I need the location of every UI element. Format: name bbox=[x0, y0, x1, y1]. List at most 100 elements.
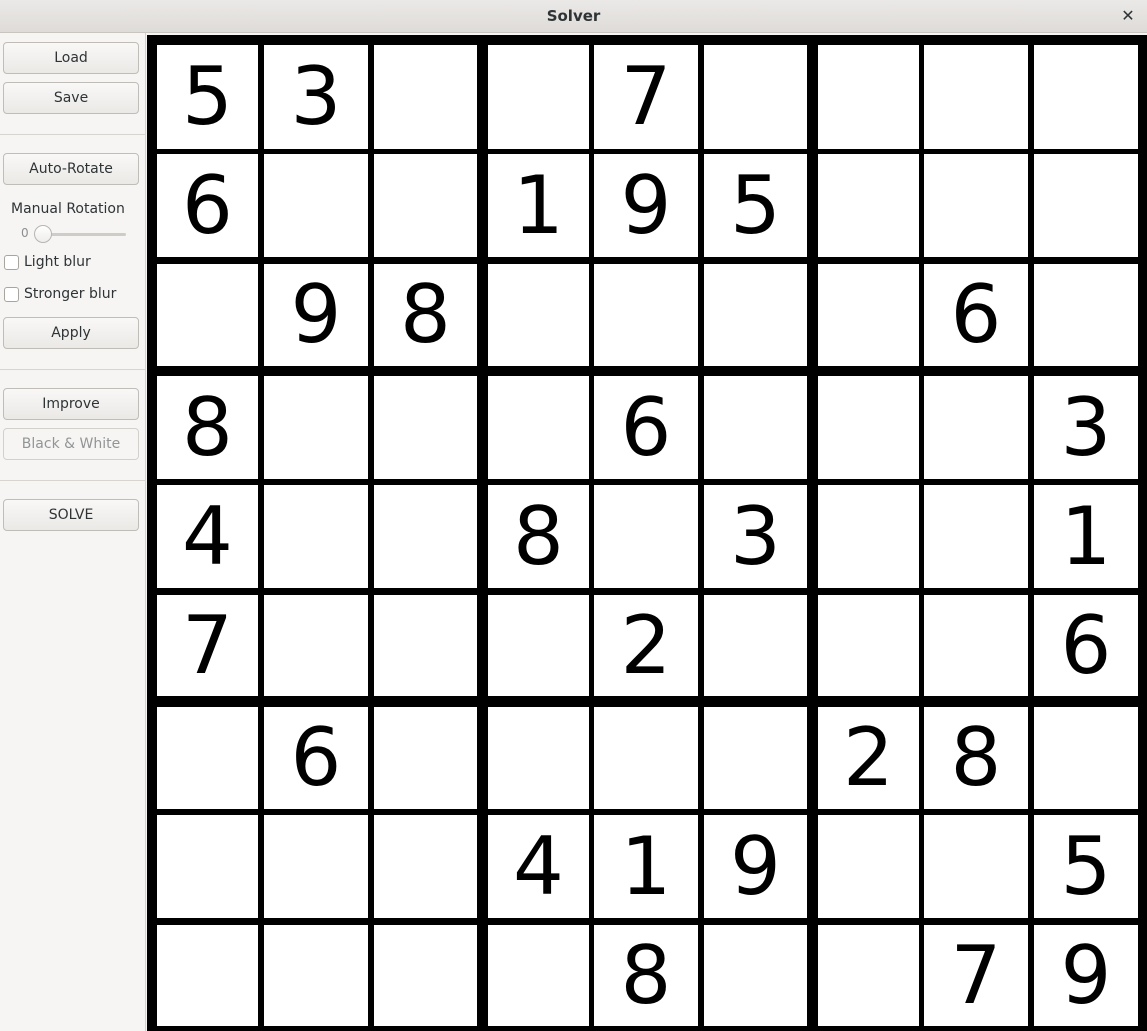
sudoku-cell-r4c1[interactable]: 8 bbox=[157, 376, 258, 479]
sudoku-cell-r7c2[interactable]: 6 bbox=[264, 707, 368, 809]
rotation-slider-knob[interactable] bbox=[34, 225, 52, 243]
sudoku-cell-r9c8[interactable]: 7 bbox=[924, 925, 1028, 1026]
sudoku-cell-r1c3[interactable] bbox=[374, 45, 477, 149]
sudoku-cell-r3c7[interactable] bbox=[818, 264, 919, 366]
sudoku-cell-r1c9[interactable] bbox=[1034, 45, 1138, 149]
sudoku-cell-r8c4[interactable]: 4 bbox=[488, 815, 589, 918]
sudoku-cell-r5c3[interactable] bbox=[374, 485, 477, 588]
sudoku-cell-r2c6[interactable]: 5 bbox=[704, 154, 807, 257]
save-button[interactable]: Save bbox=[3, 82, 139, 114]
sudoku-cell-r3c9[interactable] bbox=[1034, 264, 1138, 366]
black-white-button[interactable]: Black & White bbox=[3, 428, 139, 460]
sudoku-cell-r6c1[interactable]: 7 bbox=[157, 595, 258, 696]
sudoku-cell-r7c7[interactable]: 2 bbox=[818, 707, 919, 809]
separator bbox=[0, 480, 146, 481]
sudoku-cell-r7c1[interactable] bbox=[157, 707, 258, 809]
sudoku-cell-r5c9[interactable]: 1 bbox=[1034, 485, 1138, 588]
sudoku-cell-r2c7[interactable] bbox=[818, 154, 919, 257]
sudoku-cell-r7c4[interactable] bbox=[488, 707, 589, 809]
manual-rotation-label: Manual Rotation bbox=[11, 201, 125, 217]
sudoku-cell-r1c1[interactable]: 5 bbox=[157, 45, 258, 149]
sudoku-cell-r2c9[interactable] bbox=[1034, 154, 1138, 257]
sudoku-cell-r8c6[interactable]: 9 bbox=[704, 815, 807, 918]
sudoku-cell-r8c5[interactable]: 1 bbox=[594, 815, 698, 918]
sudoku-cell-r9c4[interactable] bbox=[488, 925, 589, 1026]
sudoku-cell-r4c4[interactable] bbox=[488, 376, 589, 479]
sudoku-cell-r8c7[interactable] bbox=[818, 815, 919, 918]
sudoku-cell-r5c2[interactable] bbox=[264, 485, 368, 588]
sudoku-cell-r9c7[interactable] bbox=[818, 925, 919, 1026]
sudoku-cell-r5c7[interactable] bbox=[818, 485, 919, 588]
auto-rotate-button[interactable]: Auto-Rotate bbox=[3, 153, 139, 185]
sudoku-cell-r5c4[interactable]: 8 bbox=[488, 485, 589, 588]
sudoku-cell-r6c3[interactable] bbox=[374, 595, 477, 696]
sudoku-cell-r5c1[interactable]: 4 bbox=[157, 485, 258, 588]
sudoku-cell-r1c8[interactable] bbox=[924, 45, 1028, 149]
sudoku-cell-r9c9[interactable]: 9 bbox=[1034, 925, 1138, 1026]
sudoku-cell-r1c5[interactable]: 7 bbox=[594, 45, 698, 149]
sudoku-cell-r3c1[interactable] bbox=[157, 264, 258, 366]
sudoku-cell-r6c8[interactable] bbox=[924, 595, 1028, 696]
sudoku-cell-r3c5[interactable] bbox=[594, 264, 698, 366]
sudoku-cell-r7c5[interactable] bbox=[594, 707, 698, 809]
sudoku-cell-r4c8[interactable] bbox=[924, 376, 1028, 479]
stronger-blur-checkbox-box[interactable] bbox=[4, 287, 19, 302]
sudoku-cell-r7c6[interactable] bbox=[704, 707, 807, 809]
sudoku-cell-r2c3[interactable] bbox=[374, 154, 477, 257]
load-button[interactable]: Load bbox=[3, 42, 139, 74]
sudoku-cell-r6c4[interactable] bbox=[488, 595, 589, 696]
sudoku-cell-r3c3[interactable]: 8 bbox=[374, 264, 477, 366]
solve-button[interactable]: SOLVE bbox=[3, 499, 139, 531]
sudoku-cell-r8c1[interactable] bbox=[157, 815, 258, 918]
sudoku-cell-r8c3[interactable] bbox=[374, 815, 477, 918]
sudoku-cell-r9c1[interactable] bbox=[157, 925, 258, 1026]
sudoku-cell-r2c2[interactable] bbox=[264, 154, 368, 257]
sudoku-cell-r7c8[interactable]: 8 bbox=[924, 707, 1028, 809]
sudoku-cell-r6c7[interactable] bbox=[818, 595, 919, 696]
sudoku-cell-r1c2[interactable]: 3 bbox=[264, 45, 368, 149]
sudoku-cell-r6c9[interactable]: 6 bbox=[1034, 595, 1138, 696]
title-bar: Solver ✕ bbox=[0, 0, 1147, 33]
sudoku-cell-r7c9[interactable] bbox=[1034, 707, 1138, 809]
sudoku-cell-r5c6[interactable]: 3 bbox=[704, 485, 807, 588]
sudoku-cell-r4c2[interactable] bbox=[264, 376, 368, 479]
solver-window: Solver ✕ Load Save Auto-Rotate Manual Ro… bbox=[0, 0, 1147, 1031]
stronger-blur-label: Stronger blur bbox=[24, 286, 117, 302]
sudoku-cell-r5c5[interactable] bbox=[594, 485, 698, 588]
sudoku-cell-r5c8[interactable] bbox=[924, 485, 1028, 588]
sudoku-cell-r9c6[interactable] bbox=[704, 925, 807, 1026]
apply-button[interactable]: Apply bbox=[3, 317, 139, 349]
sudoku-cell-r1c7[interactable] bbox=[818, 45, 919, 149]
light-blur-checkbox-box[interactable] bbox=[4, 255, 19, 270]
sudoku-cell-r8c8[interactable] bbox=[924, 815, 1028, 918]
sudoku-cell-r6c5[interactable]: 2 bbox=[594, 595, 698, 696]
sudoku-cell-r9c2[interactable] bbox=[264, 925, 368, 1026]
sudoku-cell-r9c3[interactable] bbox=[374, 925, 477, 1026]
sudoku-cell-r4c5[interactable]: 6 bbox=[594, 376, 698, 479]
sudoku-cell-r1c6[interactable] bbox=[704, 45, 807, 149]
sudoku-cell-r3c4[interactable] bbox=[488, 264, 589, 366]
sudoku-board: 537619598686348317266284195879 bbox=[147, 35, 1147, 1031]
sudoku-cell-r6c6[interactable] bbox=[704, 595, 807, 696]
light-blur-label: Light blur bbox=[24, 254, 91, 270]
sudoku-cell-r3c6[interactable] bbox=[704, 264, 807, 366]
sudoku-cell-r2c5[interactable]: 9 bbox=[594, 154, 698, 257]
sudoku-cell-r4c9[interactable]: 3 bbox=[1034, 376, 1138, 479]
window-title: Solver bbox=[546, 7, 601, 25]
improve-button[interactable]: Improve bbox=[3, 388, 139, 420]
sudoku-cell-r4c6[interactable] bbox=[704, 376, 807, 479]
sudoku-cell-r2c4[interactable]: 1 bbox=[488, 154, 589, 257]
sudoku-cell-r2c8[interactable] bbox=[924, 154, 1028, 257]
sudoku-cell-r4c7[interactable] bbox=[818, 376, 919, 479]
sudoku-cell-r8c2[interactable] bbox=[264, 815, 368, 918]
sudoku-cell-r1c4[interactable] bbox=[488, 45, 589, 149]
sudoku-cell-r4c3[interactable] bbox=[374, 376, 477, 479]
sudoku-cell-r3c8[interactable]: 6 bbox=[924, 264, 1028, 366]
sudoku-cell-r6c2[interactable] bbox=[264, 595, 368, 696]
sudoku-cell-r2c1[interactable]: 6 bbox=[157, 154, 258, 257]
sudoku-cell-r7c3[interactable] bbox=[374, 707, 477, 809]
sudoku-cell-r9c5[interactable]: 8 bbox=[594, 925, 698, 1026]
sudoku-cell-r3c2[interactable]: 9 bbox=[264, 264, 368, 366]
close-button[interactable]: ✕ bbox=[1117, 5, 1139, 27]
sudoku-cell-r8c9[interactable]: 5 bbox=[1034, 815, 1138, 918]
